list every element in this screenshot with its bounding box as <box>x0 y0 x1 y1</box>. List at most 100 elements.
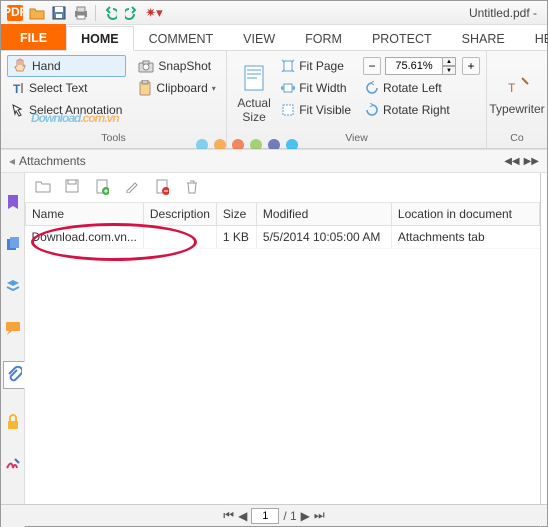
quick-access-toolbar: PDF ✷▾ Untitled.pdf - <box>1 1 547 25</box>
select-annotation-button[interactable]: Select Annotation <box>7 99 126 121</box>
typewriter-button[interactable]: T Typewriter <box>493 55 541 132</box>
hand-icon <box>12 58 28 74</box>
qat-dropdown-icon[interactable]: ✷▾ <box>144 3 164 23</box>
status-bar: ⏮ ◀ / 1 ▶ ⏭ <box>1 504 547 526</box>
col-location[interactable]: Location in document <box>391 203 539 226</box>
document-title: Untitled.pdf - <box>469 6 543 20</box>
save-attachment-icon[interactable] <box>65 179 83 197</box>
layers-icon[interactable] <box>4 277 22 295</box>
tab-form[interactable]: FORM <box>290 26 357 50</box>
tab-protect[interactable]: PROTECT <box>357 26 447 50</box>
attachment-options-icon[interactable] <box>155 179 173 197</box>
rotate-right-icon <box>365 103 379 117</box>
first-page-icon[interactable]: ⏮ <box>223 508 234 523</box>
workspace: Name Description Size Modified Location … <box>1 173 547 527</box>
rotate-left-button[interactable]: Rotate Left <box>361 77 480 99</box>
svg-text:T: T <box>508 81 516 95</box>
fit-visible-button[interactable]: Fit Visible <box>277 99 355 121</box>
tab-file[interactable]: FILE <box>1 24 66 50</box>
save-icon[interactable] <box>49 3 69 23</box>
attachments-icon[interactable] <box>3 361 25 389</box>
attachments-title: Attachments <box>19 154 86 168</box>
camera-icon <box>138 59 154 73</box>
page-total: / 1 <box>283 509 296 523</box>
zoom-spin-up[interactable]: ▲ <box>442 57 456 66</box>
ribbon-tabstrip: FILE HOME COMMENT VIEW FORM PROTECT SHAR… <box>1 25 547 51</box>
tab-home[interactable]: HOME <box>66 26 134 51</box>
bookmarks-icon[interactable] <box>4 193 22 211</box>
cell-size: 1 KB <box>216 226 256 249</box>
attachments-header: ◂ Attachments ◀◀ ▶▶ <box>1 149 547 173</box>
open-icon[interactable] <box>27 3 47 23</box>
select-text-label: Select Text <box>29 81 87 95</box>
delete-attachment-icon[interactable] <box>185 179 203 197</box>
pages-icon[interactable] <box>4 235 22 253</box>
redo-icon[interactable] <box>122 3 142 23</box>
text-cursor-icon: T <box>11 81 25 95</box>
panel-nav-next[interactable]: ▶▶ <box>524 156 539 167</box>
fit-page-icon <box>281 59 295 73</box>
security-icon[interactable] <box>4 413 22 431</box>
col-description[interactable]: Description <box>143 203 216 226</box>
attachments-panel: Name Description Size Modified Location … <box>25 173 541 527</box>
tab-share[interactable]: SHARE <box>447 26 520 50</box>
rotate-left-label: Rotate Left <box>383 81 442 95</box>
col-name[interactable]: Name <box>26 203 144 226</box>
zoom-out-button[interactable]: − <box>363 57 381 75</box>
fit-width-button[interactable]: Fit Width <box>277 77 355 99</box>
side-nav <box>1 173 25 527</box>
hand-label: Hand <box>32 59 61 73</box>
chevron-left-icon[interactable]: ◂ <box>9 154 15 168</box>
group-label-co: Co <box>493 132 541 146</box>
table-row[interactable]: Download.com.vn... 1 KB 5/5/2014 10:05:0… <box>26 226 540 249</box>
actual-size-button[interactable]: Actual Size <box>233 55 275 132</box>
prev-page-icon[interactable]: ◀ <box>238 509 247 523</box>
rotate-right-button[interactable]: Rotate Right <box>361 99 480 121</box>
zoom-spin-down[interactable]: ▼ <box>442 66 456 75</box>
select-text-button[interactable]: T Select Text <box>7 77 126 99</box>
tab-comment[interactable]: COMMENT <box>134 26 229 50</box>
zoom-input[interactable] <box>385 57 443 75</box>
clipboard-icon <box>138 80 152 96</box>
tab-help[interactable]: HELP <box>520 26 548 50</box>
cell-name: Download.com.vn... <box>26 226 144 249</box>
group-label-tools: Tools <box>7 132 220 146</box>
separator <box>95 5 96 21</box>
hand-tool-button[interactable]: Hand <box>7 55 126 77</box>
snapshot-label: SnapShot <box>158 59 211 73</box>
comments-icon[interactable] <box>4 319 22 337</box>
cell-modified: 5/5/2014 10:05:00 AM <box>256 226 391 249</box>
table-header-row: Name Description Size Modified Location … <box>26 203 540 226</box>
pdf-app-icon: PDF <box>5 3 25 23</box>
ribbon: Hand T Select Text Select Annotation Sna… <box>1 51 547 149</box>
tab-view[interactable]: VIEW <box>228 26 290 50</box>
fit-page-button[interactable]: Fit Page <box>277 55 355 77</box>
col-modified[interactable]: Modified <box>256 203 391 226</box>
open-attachment-icon[interactable] <box>35 179 53 197</box>
fit-page-label: Fit Page <box>299 59 344 73</box>
last-page-icon[interactable]: ⏭ <box>314 508 325 523</box>
actual-size-label: Actual Size <box>235 96 273 124</box>
typewriter-icon: T <box>502 72 532 100</box>
snapshot-button[interactable]: SnapShot <box>134 55 219 77</box>
zoom-in-button[interactable]: + <box>462 57 480 75</box>
print-icon[interactable] <box>71 3 91 23</box>
svg-text:PDF: PDF <box>7 5 23 19</box>
fit-visible-icon <box>281 103 295 117</box>
select-annotation-label: Select Annotation <box>29 103 122 117</box>
rotate-left-icon <box>365 81 379 95</box>
add-attachment-icon[interactable] <box>95 179 113 197</box>
next-page-icon[interactable]: ▶ <box>301 509 310 523</box>
undo-icon[interactable] <box>100 3 120 23</box>
actual-size-icon <box>241 64 267 94</box>
signatures-icon[interactable] <box>4 455 22 473</box>
clipboard-button[interactable]: Clipboard ▾ <box>134 77 219 99</box>
panel-nav-prev[interactable]: ◀◀ <box>504 156 519 167</box>
edit-attachment-icon[interactable] <box>125 179 143 197</box>
attachments-toolbar <box>25 173 540 203</box>
page-number-input[interactable] <box>251 508 279 524</box>
cell-location: Attachments tab <box>391 226 539 249</box>
svg-text:T: T <box>13 82 21 95</box>
col-size[interactable]: Size <box>216 203 256 226</box>
cell-description <box>143 226 216 249</box>
